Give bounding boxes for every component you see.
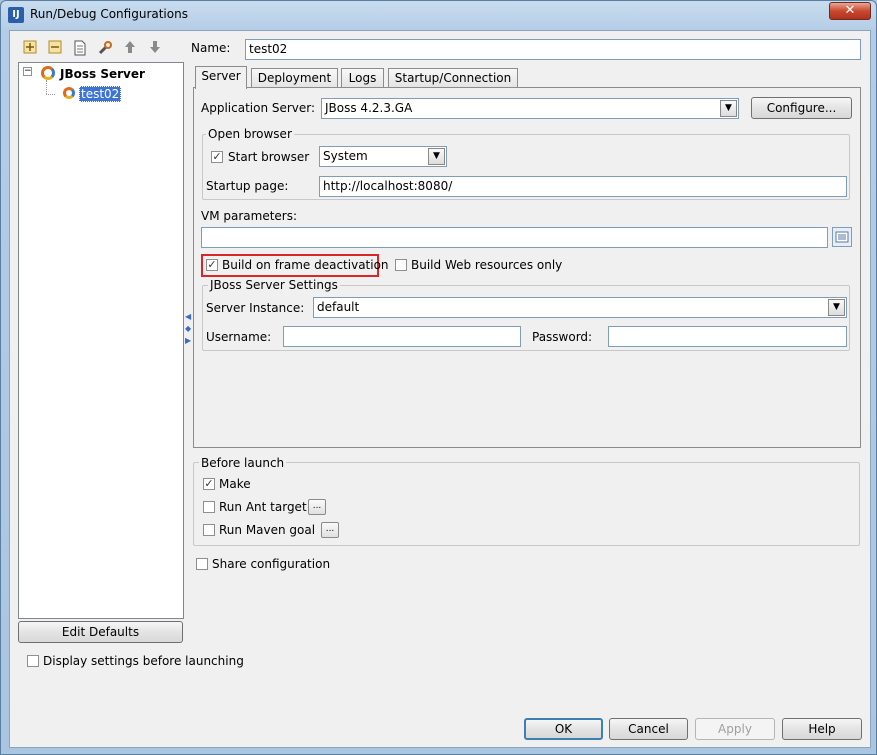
configure-button[interactable]: Configure... [751,97,852,119]
cancel-button[interactable]: Cancel [609,718,688,740]
wrench-icon[interactable] [96,40,114,58]
help-button[interactable]: Help [782,718,862,740]
startup-page-label: Startup page: [206,179,289,193]
password-input[interactable] [608,326,847,347]
application-server-label: Application Server: [201,101,316,115]
start-browser-checkbox[interactable]: ✓ [211,151,223,163]
name-label: Name: [191,41,231,55]
build-on-deactivation-label: Build on frame deactivation [222,258,389,272]
edit-defaults-button[interactable]: Edit Defaults [18,621,183,643]
start-browser-label: Start browser [228,150,310,164]
chevron-down-icon[interactable]: ▼ [428,148,445,165]
configure-label: Configure... [766,101,837,115]
jboss-config-icon [63,87,75,99]
edit-defaults-label: Edit Defaults [61,625,140,639]
tree-node-jboss-server[interactable]: JBoss Server [60,67,145,81]
browser-select[interactable]: System ▼ [319,146,447,167]
run-ant-checkbox[interactable] [203,501,215,513]
display-settings-checkbox[interactable] [27,655,39,667]
make-label: Make [219,477,251,491]
help-label: Help [808,722,836,736]
ant-target-browse-button[interactable]: ... [308,499,326,515]
jboss-server-icon [41,66,55,80]
startup-page-input[interactable]: http://localhost:8080/ [319,176,847,197]
username-input[interactable] [283,326,521,347]
maven-goal-browse-button[interactable]: ... [321,522,339,538]
dialog-window: IJ Run/Debug Configurations ✕ − JBoss Se… [0,0,877,755]
make-checkbox[interactable]: ✓ [203,478,215,490]
arrow-up-icon[interactable] [121,40,139,58]
title-bar[interactable]: IJ Run/Debug Configurations ✕ [1,1,876,29]
remove-icon[interactable] [46,40,64,58]
jboss-settings-title: JBoss Server Settings [208,278,340,292]
tree-connector [46,94,55,95]
intellij-app-icon: IJ [8,7,24,23]
add-icon[interactable] [21,40,39,58]
open-browser-title: Open browser [206,127,294,141]
splitter-handle[interactable]: ◀ ◆ ▶ [185,311,191,371]
cancel-label: Cancel [628,722,669,736]
chevron-down-icon[interactable]: ▼ [720,100,737,117]
window-title: Run/Debug Configurations [30,7,188,21]
share-configuration-label: Share configuration [212,557,331,571]
ok-label: OK [554,722,573,736]
run-maven-label: Run Maven goal [219,523,316,537]
application-server-select[interactable]: JBoss 4.2.3.GA ▼ [321,98,739,119]
tab-deployment[interactable]: Deployment [251,68,338,88]
display-settings-label: Display settings before launching [43,654,244,668]
server-instance-label: Server Instance: [206,301,305,315]
run-ant-label: Run Ant target [219,500,307,514]
build-on-deactivation-checkbox[interactable]: ✓ [206,259,218,271]
apply-label: Apply [718,722,752,736]
username-label: Username: [206,330,272,344]
close-button[interactable]: ✕ [829,2,871,20]
copy-icon[interactable] [71,40,89,58]
vm-parameters-input[interactable] [201,227,828,248]
browser-value: System [323,149,368,163]
tab-startup-connection[interactable]: Startup/Connection [388,68,518,88]
vm-parameters-label: VM parameters: [201,209,298,223]
dialog-content: − JBoss Server test02 Edit Defaults Disp… [9,30,871,748]
build-web-resources-checkbox[interactable] [395,259,407,271]
server-tab-panel: Application Server: JBoss 4.2.3.GA ▼ Con… [193,87,861,448]
run-maven-checkbox[interactable] [203,524,215,536]
tab-server[interactable]: Server [195,66,247,89]
chevron-down-icon[interactable]: ▼ [828,299,845,316]
application-server-value: JBoss 4.2.3.GA [325,101,413,115]
tree-node-test02[interactable]: test02 [79,86,122,102]
password-label: Password: [532,330,593,344]
name-input[interactable]: test02 [245,39,861,60]
expand-editor-icon[interactable] [832,227,852,247]
server-instance-select[interactable]: default ▼ [313,297,847,318]
collapse-toggle-icon[interactable]: − [23,67,32,76]
ok-button[interactable]: OK [524,718,603,740]
tree-connector [46,80,47,94]
before-launch-title: Before launch [199,456,287,470]
share-configuration-checkbox[interactable] [196,558,208,570]
build-web-resources-label: Build Web resources only [411,258,563,272]
arrow-down-icon[interactable] [146,40,164,58]
server-instance-value: default [317,300,360,314]
configurations-tree[interactable]: − JBoss Server test02 [18,62,184,619]
tab-logs[interactable]: Logs [341,68,384,88]
apply-button[interactable]: Apply [695,718,775,740]
